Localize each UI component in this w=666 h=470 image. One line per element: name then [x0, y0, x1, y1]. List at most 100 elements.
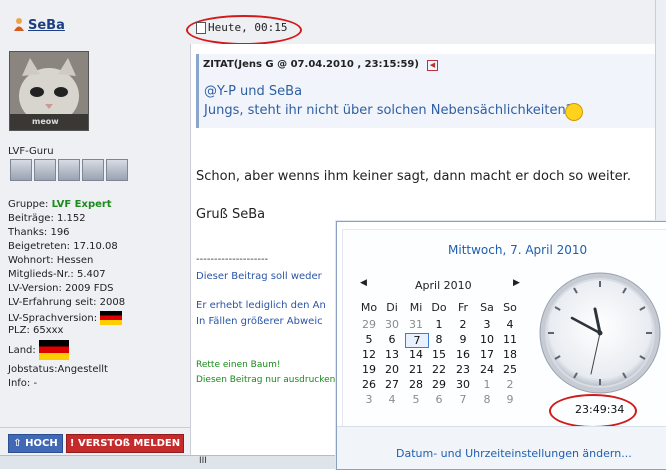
calendar-day[interactable]: 9 [452, 333, 474, 346]
post-date: Heute, 00:15 [208, 21, 288, 34]
german-flag-icon [100, 311, 123, 325]
rank-bar [34, 159, 56, 181]
calendar-day[interactable]: 1 [476, 378, 498, 391]
user-location: Wohnort: Hessen [8, 255, 94, 266]
calendar-day[interactable]: 26 [358, 378, 380, 391]
calendar-day[interactable]: 27 [381, 378, 403, 391]
user-posts: Beiträge: 1.152 [8, 213, 86, 224]
calendar-day[interactable]: 28 [405, 378, 427, 391]
arrow-up-icon: ⇧ [13, 438, 22, 449]
calendar-day[interactable]: 3 [358, 393, 380, 406]
calendar-day[interactable]: 7 [452, 393, 474, 406]
calendar-day[interactable]: 18 [499, 348, 521, 361]
signature-green-line: Rette einen Baum! [196, 360, 281, 370]
calendar-day[interactable]: 3 [476, 318, 498, 331]
calendar-day[interactable]: 5 [405, 393, 427, 406]
user-group-value: LVF Expert [51, 199, 112, 210]
post-header [0, 0, 666, 45]
post-greeting: Gruß SeBa [196, 207, 266, 222]
quote-line: Jungs, steht ihr nicht über solchen Nebe… [204, 103, 573, 118]
calendar-day[interactable]: 16 [452, 348, 474, 361]
calendar-day[interactable]: 4 [499, 318, 521, 331]
user-icon [14, 18, 24, 31]
calendar-day[interactable]: 6 [428, 393, 450, 406]
avatar-caption: meow [32, 117, 59, 126]
smiley-icon [565, 103, 583, 121]
calendar-day[interactable]: 30 [452, 378, 474, 391]
quote-header: ZITAT(Jens G @ 07.04.2010 , 23:15:59) [203, 59, 419, 70]
rank-bar [58, 159, 80, 181]
date-time-settings-link[interactable]: Datum- und Uhrzeiteinstellungen ändern..… [396, 447, 632, 460]
back-to-top-button[interactable]: ⇧ HOCH [8, 434, 63, 453]
signature-line: Er erhebt lediglich den An [196, 300, 326, 311]
signature-line: Dieser Beitrag soll weder [196, 271, 322, 282]
quote-source-link-icon[interactable]: ◀ [427, 60, 438, 71]
calendar-day[interactable]: 19 [358, 363, 380, 376]
signature-line: In Fällen größerer Abweic [196, 316, 323, 327]
calendar-month-label[interactable]: April 2010 [415, 279, 472, 292]
previous-month-arrow-icon[interactable]: ◀ [360, 278, 367, 288]
quote-line: @Y-P und SeBa [204, 84, 303, 99]
user-group: Gruppe: LVF Expert [8, 199, 112, 210]
calendar-day[interactable]: 1 [428, 318, 450, 331]
user-member-number: Mitglieds-Nr.: 5.407 [8, 269, 106, 280]
next-month-arrow-icon[interactable]: ▶ [513, 278, 520, 288]
calendar-weekday: Di [386, 301, 398, 314]
alert-icon: ! [69, 438, 75, 449]
user-thanks: Thanks: 196 [8, 227, 70, 238]
user-country: Land: [8, 340, 69, 360]
scrollbar-grip[interactable]: III [199, 456, 207, 466]
calendar-day[interactable]: 8 [476, 393, 498, 406]
digital-time: 23:49:34 [575, 403, 625, 416]
calendar-day[interactable]: 6 [381, 333, 403, 346]
calendar-day[interactable]: 24 [476, 363, 498, 376]
calendar-day[interactable]: 14 [405, 348, 427, 361]
calendar-day[interactable]: 29 [358, 318, 380, 331]
calendar-day[interactable]: 21 [405, 363, 427, 376]
calendar-day[interactable]: 31 [405, 318, 427, 331]
german-flag-icon [38, 340, 69, 360]
calendar-day[interactable]: 29 [428, 378, 450, 391]
calendar-day[interactable]: 8 [428, 333, 450, 346]
calendar-day[interactable]: 7 [405, 333, 429, 348]
calendar-day[interactable]: 23 [452, 363, 474, 376]
calendar-day[interactable]: 10 [476, 333, 498, 346]
user-lv-version: LV-Version: 2009 FDS [8, 283, 114, 294]
rank-bar [82, 159, 104, 181]
calendar-day[interactable]: 12 [358, 348, 380, 361]
calendar-weekday: Mo [360, 301, 378, 314]
rank-bar [10, 159, 32, 181]
calendar-weekday: Sa [480, 301, 494, 314]
calendar-weekday: Fr [457, 301, 469, 314]
calendar-day[interactable]: 2 [452, 318, 474, 331]
signature-separator: -------------------- [196, 254, 269, 265]
calendar-day[interactable]: 20 [381, 363, 403, 376]
document-icon [196, 22, 206, 34]
user-language: LV-Sprachversion: [8, 311, 123, 325]
user-rank: LVF-Guru [8, 146, 54, 157]
calendar-day[interactable]: 11 [499, 333, 521, 346]
user-job-status: Jobstatus:Angestellt [8, 364, 108, 375]
user-joined: Beigetreten: 17.10.08 [8, 241, 118, 252]
calendar-day[interactable]: 17 [476, 348, 498, 361]
calendar-day[interactable]: 13 [381, 348, 403, 361]
analog-clock [539, 272, 661, 394]
report-post-button[interactable]: ! VERSTOß MELDEN [66, 434, 184, 453]
post-body-text: Schon, aber wenns ihm keiner sagt, dann … [196, 169, 631, 184]
calendar-day[interactable]: 2 [499, 378, 521, 391]
calendar-day[interactable]: 30 [381, 318, 403, 331]
calendar-weekday: Do [431, 301, 447, 314]
user-postcode: PLZ: 65xxx [8, 325, 64, 336]
calendar-day[interactable]: 25 [499, 363, 521, 376]
signature-green-line: Diesen Beitrag nur ausdrucken [196, 375, 336, 385]
calendar-date-header[interactable]: Mittwoch, 7. April 2010 [448, 243, 587, 257]
calendar-day[interactable]: 15 [428, 348, 450, 361]
calendar-day[interactable]: 5 [358, 333, 380, 346]
calendar-day[interactable]: 4 [381, 393, 403, 406]
calendar-weekday: So [503, 301, 517, 314]
username-link[interactable]: SeBa [28, 18, 65, 33]
calendar-weekday: Mi [409, 301, 423, 314]
user-info: Info: - [8, 378, 38, 389]
calendar-day[interactable]: 22 [428, 363, 450, 376]
calendar-day[interactable]: 9 [499, 393, 521, 406]
